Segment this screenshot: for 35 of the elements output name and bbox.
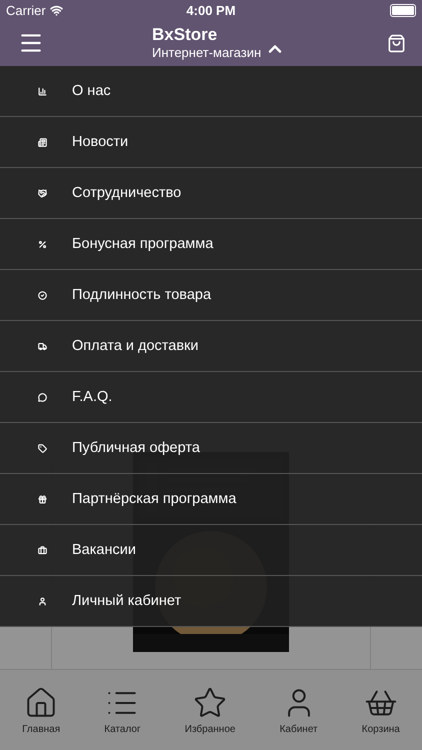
tab-bar-item[interactable]: Кабинет xyxy=(280,686,318,734)
menu-item[interactable]: Сотрудничество xyxy=(0,168,422,219)
menu-item[interactable]: Новости xyxy=(0,117,422,168)
status-time: 4:00 PM xyxy=(186,2,236,18)
check-circle-icon xyxy=(38,290,47,300)
menu-item[interactable]: Оплата и доставки xyxy=(0,321,422,372)
newspaper-icon xyxy=(38,138,47,146)
menu-item[interactable]: Вакансии xyxy=(0,525,422,576)
battery-icon xyxy=(390,4,416,16)
menu-item[interactable]: Партнёрская программа xyxy=(0,474,422,525)
chat-icon xyxy=(38,392,47,402)
star-icon xyxy=(193,686,228,720)
wifi-icon xyxy=(50,4,63,16)
app-subtitle: Интернет-магазин xyxy=(152,45,262,61)
tag-icon xyxy=(38,444,47,452)
briefcase-icon xyxy=(38,546,47,554)
truck-icon xyxy=(38,342,47,350)
menu-item[interactable]: Публичная оферта xyxy=(0,423,422,474)
tab-bar-item[interactable]: Избранное xyxy=(184,686,236,734)
person-icon xyxy=(38,596,47,606)
menu-item[interactable]: О нас xyxy=(0,66,422,117)
tab-bar-item[interactable]: Каталог xyxy=(104,686,141,734)
menu-item[interactable]: Бонусная программа xyxy=(0,219,422,270)
tab-bar-item[interactable]: Главная xyxy=(22,686,60,734)
menu-item[interactable]: Личный кабинет xyxy=(0,576,422,627)
menu-item[interactable]: F.A.Q. xyxy=(0,372,422,423)
handshake-icon xyxy=(38,188,47,198)
app-title: BxStore xyxy=(152,25,218,45)
gift-icon xyxy=(38,494,47,504)
chart-icon xyxy=(38,86,47,96)
carrier-label: Carrier xyxy=(6,2,46,18)
bag-icon[interactable] xyxy=(387,34,406,52)
percent-icon xyxy=(38,240,47,248)
tab-bar-item[interactable]: Корзина xyxy=(362,686,400,734)
menu-item[interactable]: Подлинность товара xyxy=(0,270,422,321)
